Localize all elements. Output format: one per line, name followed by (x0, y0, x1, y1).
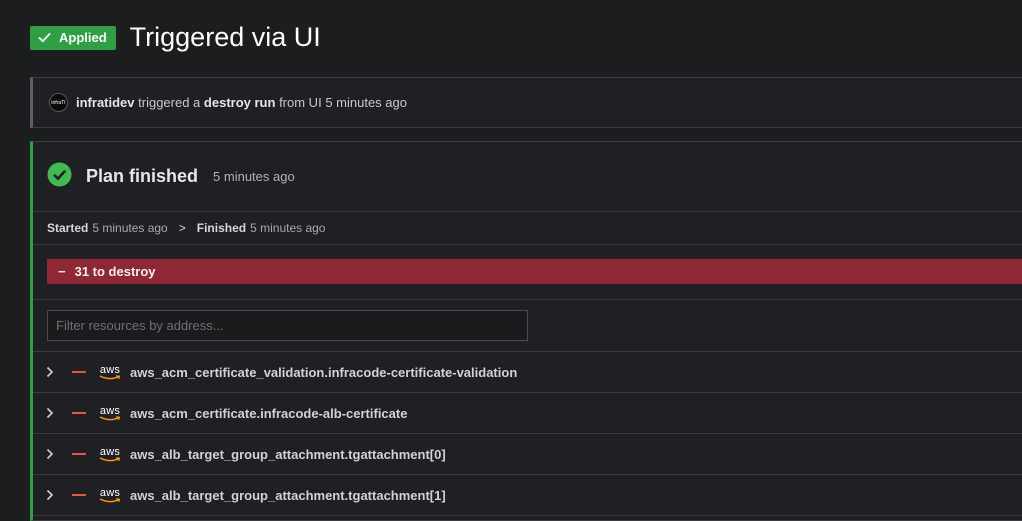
aws-icon: aws (98, 362, 122, 382)
chevron-right-icon[interactable] (46, 407, 60, 419)
filter-area (33, 300, 1022, 352)
chevron-right-icon[interactable] (46, 489, 60, 501)
plan-timing: Started 5 minutes ago > Finished 5 minut… (33, 212, 1022, 245)
plan-title: Plan finished (86, 166, 199, 186)
aws-icon-text: aws (99, 404, 121, 417)
plan-time: 5 minutes ago (213, 169, 295, 184)
plan-panel: Plan finished 5 minutes ago Started 5 mi… (30, 141, 1022, 521)
started-label: Started (47, 221, 89, 235)
avatar[interactable]: infraTI (49, 93, 68, 112)
destroy-count: 31 to destroy (74, 264, 156, 279)
destroy-marker-icon (72, 412, 86, 414)
page-title: Triggered via UI (129, 22, 321, 52)
avatar-text: infraTI (51, 99, 66, 106)
aws-icon: aws (98, 403, 122, 423)
aws-icon-text: aws (99, 486, 121, 499)
chevron-right-icon[interactable] (46, 366, 60, 378)
resource-address: aws_alb_target_group_attachment.tgattach… (130, 487, 446, 503)
trigger-info: infraTI infratidev triggered a destroy r… (30, 77, 1022, 128)
aws-icon-text: aws (99, 445, 121, 458)
minus-icon: − (58, 264, 66, 279)
destroy-marker-icon (72, 494, 86, 496)
trigger-text: triggered a (138, 95, 201, 110)
chevron-right-icon[interactable] (46, 448, 60, 460)
status-label: Applied (59, 30, 107, 45)
status-badge: Applied (30, 25, 116, 50)
check-icon (38, 32, 51, 43)
resource-row[interactable]: aws aws_alb_target_group_attachment.tgat… (33, 434, 1022, 475)
plan-header[interactable]: Plan finished 5 minutes ago (33, 142, 1022, 212)
finished-label: Finished (196, 221, 247, 235)
resource-address: aws_acm_certificate.infracode-alb-certif… (130, 405, 408, 421)
filter-input[interactable] (47, 310, 528, 341)
check-circle-icon (47, 162, 72, 192)
destroy-marker-icon (72, 453, 86, 455)
aws-icon: aws (98, 485, 122, 505)
run-type: destroy run (203, 95, 276, 110)
trigger-time: 5 minutes ago (325, 95, 407, 110)
page-header: Applied Triggered via UI (30, 22, 321, 53)
resource-row[interactable]: aws aws_acm_certificate.infracode-alb-ce… (33, 393, 1022, 434)
resource-address: aws_alb_target_group_attachment.tgattach… (130, 446, 446, 462)
started-time: 5 minutes ago (92, 221, 168, 235)
resource-row[interactable]: aws aws_acm_certificate_validation.infra… (33, 352, 1022, 393)
destroy-summary-area: − 31 to destroy (33, 245, 1022, 300)
trigger-user[interactable]: infratidev (76, 95, 135, 110)
resource-row[interactable]: aws aws_alb_target_group_attachment.tgat… (33, 475, 1022, 516)
aws-icon: aws (98, 444, 122, 464)
timing-separator: > (178, 221, 186, 235)
finished-time: 5 minutes ago (250, 221, 326, 235)
destroy-summary[interactable]: − 31 to destroy (47, 259, 1022, 284)
destroy-marker-icon (72, 371, 86, 373)
resource-address: aws_acm_certificate_validation.infracode… (130, 364, 518, 380)
trigger-source: from UI (279, 95, 322, 110)
aws-icon-text: aws (99, 363, 121, 376)
